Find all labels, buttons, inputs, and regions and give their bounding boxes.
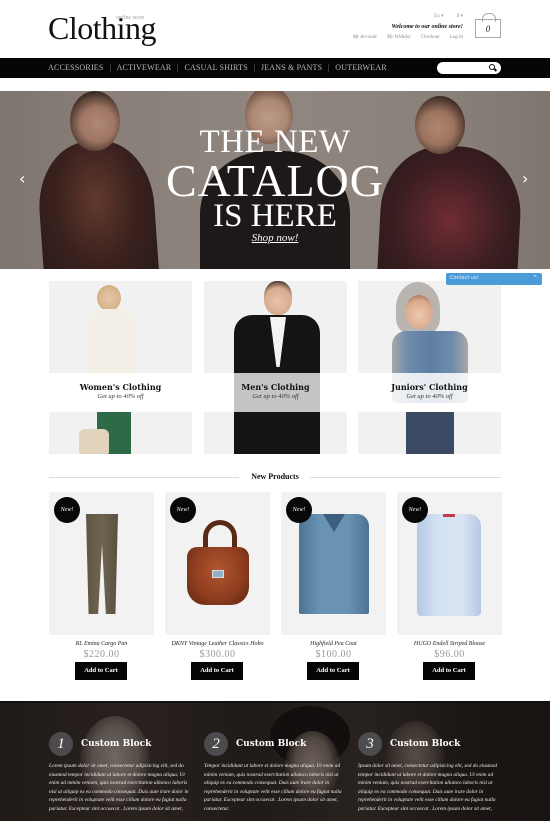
category-subtitle: Get up to 40% off <box>97 393 144 400</box>
product-name[interactable]: HUGO Endell Striped Blouse <box>389 641 510 647</box>
new-badge: New! <box>54 497 80 523</box>
product-price: $100.00 <box>315 649 352 660</box>
my-wishlist-link[interactable]: My Wishlist <box>387 35 410 40</box>
womens-model-blouse <box>87 309 135 375</box>
block-number: 1 <box>49 732 73 756</box>
blocks-top-border <box>0 701 550 703</box>
language-value: En <box>434 14 440 19</box>
account-links: My Account My Wishlist Checkout Log In <box>344 35 463 40</box>
product-name[interactable]: DKNY Vintage Leather Classics Hobo <box>157 641 278 647</box>
logo[interactable]: Clothing online store <box>48 12 157 44</box>
hero-slider: THE NEW CATALOG IS HERE Shop now! ‹ › <box>0 91 550 269</box>
add-to-cart-button[interactable]: Add to Cart <box>423 662 475 680</box>
currency-value: $ <box>456 14 460 19</box>
cart-count: 0 <box>485 24 491 34</box>
my-account-link[interactable]: My Account <box>353 35 377 40</box>
product-name[interactable]: Highfield Pea Coat <box>273 641 394 647</box>
juniors-model-jeans <box>406 412 454 454</box>
chevron-right-icon[interactable]: › <box>522 169 528 188</box>
product-price: $96.00 <box>434 649 465 660</box>
block-title: Custom Block <box>81 739 152 749</box>
block-text: Tempor incididunt ut labore et dolore ma… <box>204 763 342 812</box>
product-card: New! DKNY Vintage Leather Classics Hobo … <box>165 492 270 682</box>
block-text: Lorem ipsum dolor sit amet, consectetur … <box>49 763 189 812</box>
cart-button[interactable]: 0 <box>475 13 501 38</box>
new-badge: New! <box>170 497 196 523</box>
category-subtitle: Get up to 40% off <box>406 393 453 400</box>
blouse-collar-accent <box>443 514 455 517</box>
block-number: 2 <box>204 732 228 756</box>
category-mens[interactable]: Men's Clothing Get up to 40% off <box>204 281 347 454</box>
blouse-figure <box>417 514 481 616</box>
currency-select[interactable]: $ ▾ <box>451 14 463 19</box>
block-text: Ipsum dolor sit amet, consectetur adipis… <box>358 763 498 812</box>
block-title: Custom Block <box>236 739 307 749</box>
product-card: New! Highfield Pea Coat $100.00 Add to C… <box>281 492 386 682</box>
product-price: $300.00 <box>199 649 236 660</box>
product-card: New! HUGO Endell Striped Blouse $96.00 A… <box>397 492 502 682</box>
search-icon[interactable] <box>489 64 495 70</box>
section-title-new-products: New Products <box>251 472 299 481</box>
add-to-cart-button[interactable]: Add to Cart <box>307 662 359 680</box>
chevron-left-icon[interactable]: ‹ <box>19 169 25 188</box>
nav-item-casual-shirts[interactable]: CASUAL SHIRTS <box>177 64 253 72</box>
custom-blocks-section: 1 Custom Block Lorem ipsum dolor sit ame… <box>0 701 550 821</box>
womens-model-bag <box>79 429 109 454</box>
language-select[interactable]: En ▾ <box>428 14 443 19</box>
womens-model-head <box>97 285 121 311</box>
main-nav: ACCESSORIES ACTIVEWEAR CASUAL SHIRTS JEA… <box>0 58 550 78</box>
welcome-message: Welcome to our online store! <box>391 24 463 30</box>
new-badge: New! <box>286 497 312 523</box>
shop-now-link[interactable]: Shop now! <box>0 232 550 244</box>
nav-item-accessories[interactable]: ACCESSORIES <box>48 64 110 72</box>
nav-item-outerwear[interactable]: OUTERWEAR <box>328 64 393 72</box>
shop-now-label: Shop now! <box>251 232 299 244</box>
product-name[interactable]: RL Emina Cargo Pan <box>41 641 162 647</box>
product-price: $220.00 <box>83 649 120 660</box>
category-title: Juniors' Clothing <box>391 382 468 392</box>
mens-model-head <box>264 281 292 315</box>
checkout-link[interactable]: Checkout <box>421 35 440 40</box>
handbag-clasp <box>212 570 224 578</box>
block-number: 3 <box>358 732 382 756</box>
block-title: Custom Block <box>390 739 461 749</box>
hero-line-3: IS HERE <box>213 198 337 234</box>
contact-us-tab[interactable]: Contact us! ⌃ <box>446 273 542 285</box>
category-subtitle: Get up to 40% off <box>252 393 299 400</box>
contact-us-label: Contact us! <box>450 275 479 281</box>
category-womens[interactable]: Women's Clothing Get up to 40% off <box>49 281 192 454</box>
search-input[interactable] <box>437 62 501 74</box>
cargo-pants-figure <box>86 514 118 614</box>
logo-tagline: online store <box>116 15 145 21</box>
category-title: Women's Clothing <box>79 382 162 392</box>
new-badge: New! <box>402 497 428 523</box>
site-header: Clothing online store En ▾ $ ▾ Welcome t… <box>0 0 550 58</box>
chevron-up-icon: ⌃ <box>532 274 538 282</box>
juniors-model-head <box>405 295 433 329</box>
category-title: Men's Clothing <box>241 382 310 392</box>
add-to-cart-button[interactable]: Add to Cart <box>75 662 127 680</box>
nav-item-jeans-pants[interactable]: JEANS & PANTS <box>253 64 328 72</box>
locale-switchers: En ▾ $ ▾ <box>422 13 463 19</box>
product-card: New! RL Emina Cargo Pan $220.00 Add to C… <box>49 492 154 682</box>
add-to-cart-button[interactable]: Add to Cart <box>191 662 243 680</box>
login-link[interactable]: Log In <box>450 35 463 40</box>
nav-item-activewear[interactable]: ACTIVEWEAR <box>109 64 178 72</box>
category-juniors[interactable]: Juniors' Clothing Get up to 40% off <box>358 281 501 454</box>
